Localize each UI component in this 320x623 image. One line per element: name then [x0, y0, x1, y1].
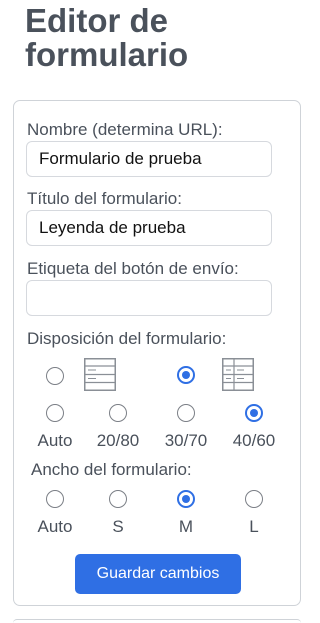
single-column-form-icon	[84, 358, 116, 391]
width-s-label: S	[112, 517, 124, 536]
width-s-radio[interactable]	[109, 490, 127, 508]
width-m-label: M	[178, 517, 194, 536]
ratio-40-60-radio[interactable]	[245, 404, 263, 422]
ratio-40-60-label: 40/60	[232, 431, 276, 450]
page-title: Editor de formulario	[25, 2, 189, 73]
ratio-auto-radio[interactable]	[46, 404, 64, 422]
ratio-20-80-radio[interactable]	[109, 404, 127, 422]
name-label: Nombre (determina URL):	[27, 120, 223, 139]
two-column-form-icon	[222, 358, 254, 391]
save-button[interactable]: Guardar cambios	[75, 554, 241, 594]
width-auto-radio[interactable]	[46, 490, 64, 508]
ratio-auto-label: Auto	[37, 431, 73, 450]
width-l-radio[interactable]	[245, 490, 263, 508]
width-m-radio[interactable]	[177, 490, 195, 508]
submit-label-input[interactable]	[26, 280, 272, 316]
form-title-input[interactable]: Leyenda de prueba	[26, 210, 272, 246]
layout-style-single-radio[interactable]	[46, 367, 64, 385]
width-label: Ancho del formulario:	[31, 460, 192, 479]
form-editor-panel: Nombre (determina URL): Formulario de pr…	[13, 100, 301, 606]
next-panel-edge	[13, 619, 301, 623]
layout-style-two-column-radio[interactable]	[177, 366, 195, 384]
name-input[interactable]: Formulario de prueba	[26, 141, 272, 177]
width-auto-label: Auto	[37, 517, 73, 536]
width-l-label: L	[249, 517, 259, 536]
layout-label: Disposición del formulario:	[27, 329, 227, 348]
ratio-30-70-label: 30/70	[164, 431, 208, 450]
form-title-label: Título del formulario:	[27, 189, 182, 208]
ratio-30-70-radio[interactable]	[177, 404, 195, 422]
ratio-20-80-label: 20/80	[96, 431, 140, 450]
submit-label-label: Etiqueta del botón de envío:	[27, 259, 239, 278]
